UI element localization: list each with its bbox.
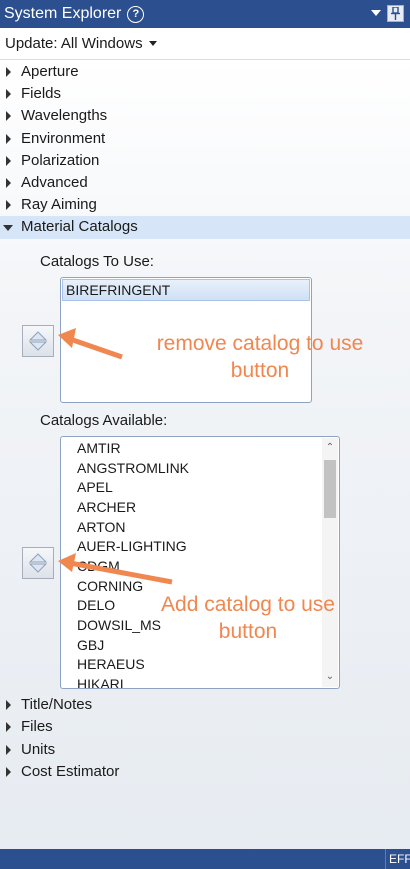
add-annotation: Add catalog to use button: [132, 591, 364, 645]
tree-item-units[interactable]: Units: [0, 739, 410, 761]
status-bar: EFF: [0, 849, 410, 869]
expand-arrow-icon[interactable]: [6, 700, 11, 710]
expand-arrow-icon[interactable]: [6, 745, 11, 755]
remove-annotation: remove catalog to use button: [130, 330, 390, 384]
tree-item-title-notes[interactable]: Title/Notes: [0, 694, 410, 716]
tree-item-label: Cost Estimator: [21, 763, 120, 780]
expand-arrow-icon[interactable]: [6, 767, 11, 777]
tree-item-label: Files: [21, 718, 53, 735]
annotation-text: button: [218, 620, 278, 643]
annotation-text: button: [230, 359, 290, 382]
tree-item-cost-estimator[interactable]: Cost Estimator: [0, 761, 410, 783]
tree-item-label: Units: [21, 741, 56, 758]
annotation-text: remove catalog to use: [156, 332, 364, 355]
tree-item-files[interactable]: Files: [0, 716, 410, 738]
annotation-text: Add catalog to use: [161, 593, 335, 616]
status-tab[interactable]: EFF: [385, 849, 410, 869]
expand-arrow-icon[interactable]: [6, 722, 11, 732]
tree-item-label: Title/Notes: [21, 696, 93, 713]
